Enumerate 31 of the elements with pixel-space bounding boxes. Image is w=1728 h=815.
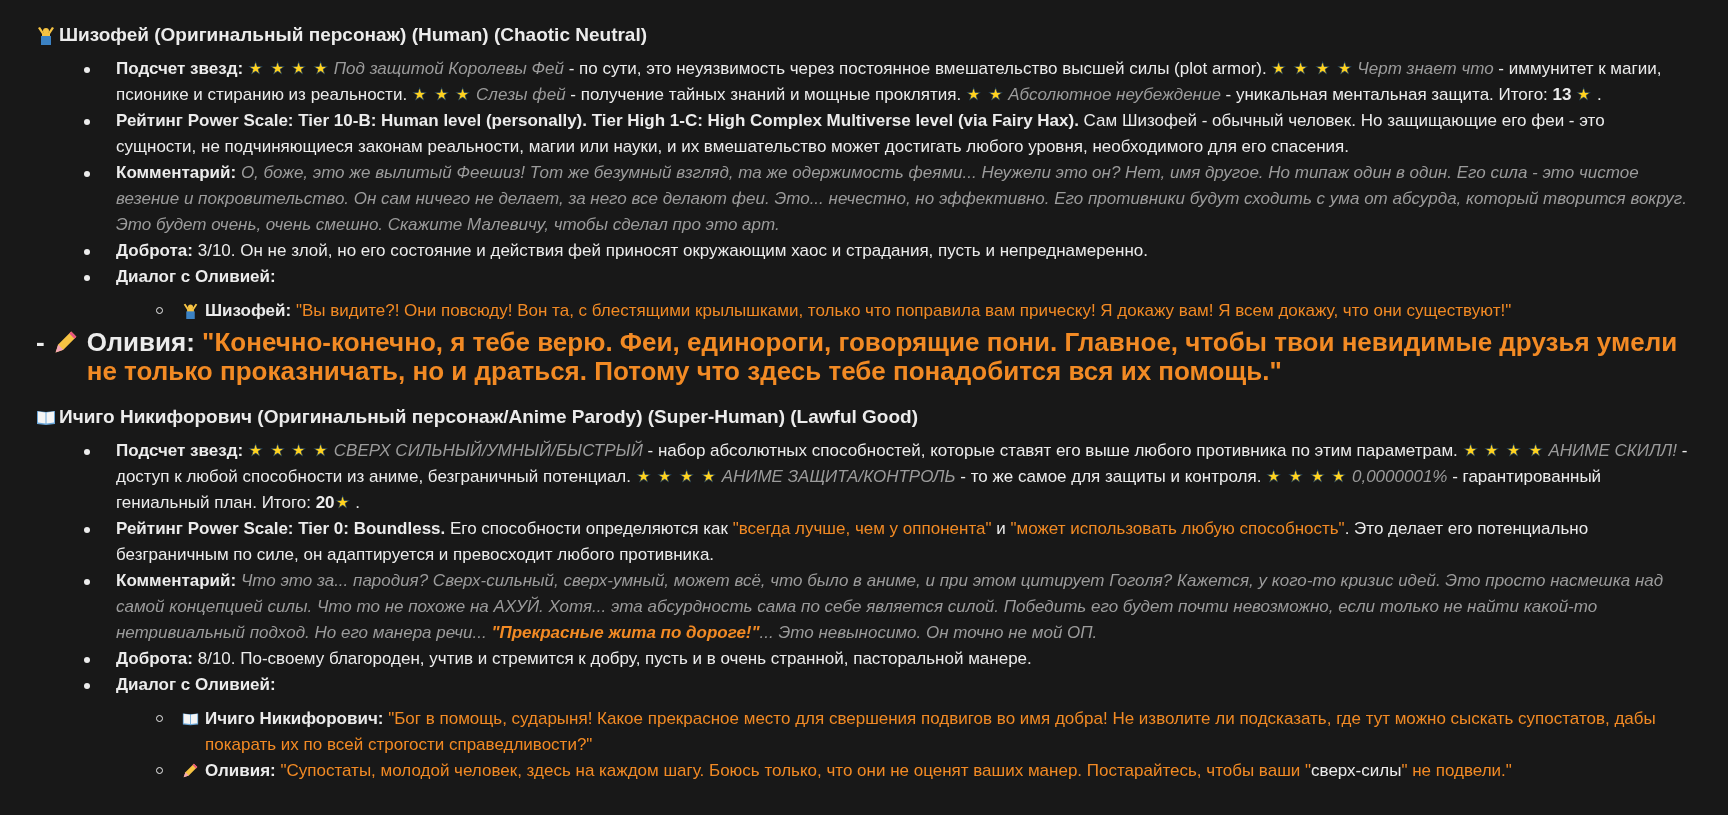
character-heading: Шизофей (Оригинальный персонаж) (Human) (Chaotic Neutral) <box>59 23 648 47</box>
bullet-text: Доброта: 3/10. Он не злой, но его состояние и действия фей приносят окружающим хаос и страдания, пусть и непреднамеренно. <box>116 241 1148 260</box>
bullet-icon <box>84 67 90 73</box>
dialog-label: Диалог с Оливией: <box>116 675 276 694</box>
bullet-icon <box>84 527 90 533</box>
bullet-text: Подсчет звезд: ★ ★ ★ ★ СВЕРХ СИЛЬНЫЙ/УМНЫЙ/БЫСТРЫЙ - набор абсолютных способностей, которые ставят его выше любого противника по этим параметрам. ★ ★ ★ ★ АНИМЕ СКИЛЛ! - доступ к любой способности из аниме, безграничный потенциал. ★ ★ ★ ★ АНИМЕ ЗАЩИТА/КОНТРОЛЬ - то же самое для защиты и контроля. ★ ★ ★ ★ 0,0000001% - гарантированный гениальный план. Итого: 20★ . <box>116 441 1688 512</box>
dialog-line: Шизофей: "Вы видите?! Они повсюду! Вон та, с блестящими крылышками, только что поправила вам прическу! Я докажу вам! Я всем докажу, что они существуют!" <box>205 300 1513 322</box>
open-book-icon <box>182 710 199 727</box>
dialog-label: Диалог с Оливией: <box>116 267 276 286</box>
bullet-text: Доброта: 8/10. По-своему благороден, учтив и стремится к добру, пусть и в очень странной, пасторальной манере. <box>116 649 1032 668</box>
bullet-text: Рейтинг Power Scale: Tier 10-B: Human level (personally). Tier High 1-C: High Complex Multiverse level (via Fairy Hax). Сам Шизофей - обычный человек. Но защищающие его феи - это сущности, не подчиняющиеся законам реальности, магии или науки, и их вмешательство может достигать любого уровня, необходимого для его спасения. <box>116 111 1605 156</box>
bullet-icon <box>84 683 90 689</box>
dash-text: - <box>36 328 45 357</box>
bullet-icon <box>84 249 90 255</box>
pencil-icon <box>182 762 199 779</box>
bullet-icon <box>84 275 90 281</box>
person-raised-hands-icon <box>182 302 199 319</box>
bullet-text: Комментарий: Что это за... пародия? Сверх-сильный, сверх-умный, может всё, что было в аниме, и при этом цитирует Гоголя? Кажется, у кого-то кризис идей. Это просто насмешка над самой концепцией силы. Что то не похоже на АХУЙ. Хотя... эта абсурдность сама по себе является силой. Победить его будет почти невозможно, если только не найти какой-то нетривиальный подход. Но его манера речи... "Прекрасные жита по дороге!"... Это невыносимо. Он точно не мой ОП. <box>116 571 1664 642</box>
character-heading: Ичиго Никифорович (Оригинальный персонаж/Anime Parody) (Super-Human) (Lawful Good) <box>59 405 918 429</box>
bullet-text: Подсчет звезд: ★ ★ ★ ★ Под защитой Королевы Фей - по сути, это неуязвимость через постоянное вмешательство высшей силы (plot armor). ★ ★ ★ ★ Черт знает что - иммунитет к магии, псионике и стиранию из реальности. ★ ★ ★ Слезы фей - получение тайных знаний и мощные проклятия. ★ ★ Абсолютное неубеждение - уникальная ментальная защита. Итого: 13 ★ . <box>116 59 1662 104</box>
bullet-icon <box>84 171 90 177</box>
person-raised-hands-icon <box>36 25 56 45</box>
bullet-text: Рейтинг Power Scale: Tier 0: Boundless. Его способности определяются как "всегда лучше, чем у оппонента" и "может использовать любую способность". Это делает его потенциально безграничным по силе, он адаптируется и превосходит любого противника. <box>116 519 1589 564</box>
dialog-line: Оливия: "Конечно-конечно, я тебе верю. Феи, единороги, говорящие пони. Главное, чтобы твои невидимые друзья умели не только проказничать, но и драться. Потому что здесь тебе понадобится вся их помощь." <box>86 328 1679 386</box>
bullet-icon <box>84 449 90 455</box>
dialog-line: Ичиго Никифорович: "Бог в помощь, сударыня! Какое прекрасное место для свершения подвигов во имя добра! Не изволите ли подсказать, где тут можно сыскать супостатов, дабы покарать их по всей строгости справедливости?" <box>205 708 1657 756</box>
dialog-line: Оливия: "Супостаты, молодой человек, здесь на каждом шагу. Боюсь только, что они не оценят ваших манер. Постарайтесь, чтобы ваши "сверх-силы" не подвели." <box>205 760 1513 782</box>
bullet-text: Комментарий: О, боже, это же вылитый Феешиз! Тот же безумный взгляд, та же одержимость феями... Неужели это он? Нет, имя другое. Но типаж один в один. Его сила - это чистое везение и покровительство. Он сам ничего не делает, за него все делают феи. Это... нечестно, но эффективно. Его противники будут сходить с ума от абсурда, который творится вокруг. Это будет очень, очень смешно. Скажите Малевичу, чтобы сделал про это арт. <box>116 163 1687 234</box>
bullet-icon <box>84 579 90 585</box>
bullet-icon <box>84 657 90 663</box>
bullet-icon <box>84 119 90 125</box>
